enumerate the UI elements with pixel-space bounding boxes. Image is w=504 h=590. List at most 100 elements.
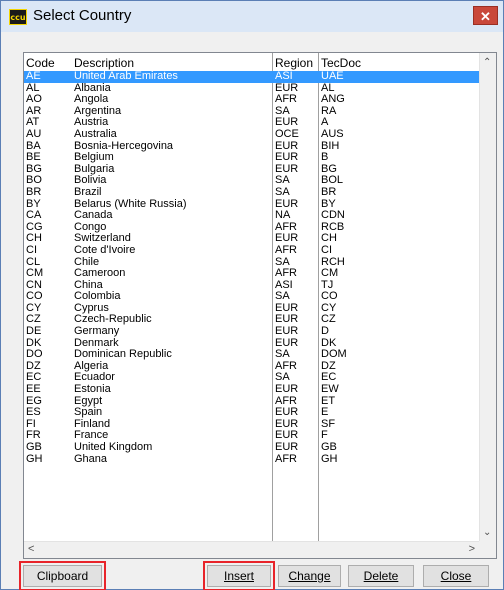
cell-description: Cote d'Ivoire (74, 244, 136, 256)
list-row[interactable]: BR Brazil SA BR (24, 187, 479, 199)
list-row[interactable]: DK Denmark EUR DK (24, 338, 479, 350)
list-row[interactable]: BG Bulgaria EUR BG (24, 164, 479, 176)
list-row[interactable]: FR France EUR F (24, 430, 479, 442)
cell-description: Ghana (74, 453, 108, 465)
cell-description: Cyprus (74, 302, 109, 314)
list-row[interactable]: DO Dominican Republic SA DOM (24, 349, 479, 361)
cell-region: NA (275, 210, 291, 222)
cell-code: DK (26, 337, 42, 349)
cell-code: CG (26, 221, 43, 233)
cell-description: Germany (74, 326, 120, 338)
column-header-description[interactable]: Description (74, 56, 134, 70)
scroll-up-icon[interactable]: ⌃ (483, 57, 491, 68)
list-row[interactable]: ES Spain EUR E (24, 407, 479, 419)
cell-code: AT (26, 117, 40, 129)
cell-description: Bosnia-Hercegovina (74, 140, 174, 152)
list-row[interactable]: CA Canada NA CDN (24, 210, 479, 222)
clipboard-button[interactable]: Clipboard (19, 561, 106, 590)
list-row[interactable]: EC Ecuador SA EC (24, 372, 479, 384)
cell-region: EUR (275, 326, 299, 338)
list-row[interactable]: BE Belgium EUR B (24, 152, 479, 164)
column-header-region[interactable]: Region (275, 56, 313, 70)
list-row[interactable]: EG Egypt AFR ET (24, 396, 479, 408)
cell-region: OCE (275, 128, 299, 140)
cell-description: Argentina (74, 105, 122, 117)
cell-region: EUR (275, 314, 299, 326)
cell-code: CH (26, 233, 42, 245)
cell-description: Belgium (74, 152, 114, 164)
list-row[interactable]: CN China ASI TJ (24, 280, 479, 292)
cell-description: Albania (74, 82, 111, 94)
cell-region: EUR (275, 198, 299, 210)
cell-tecdoc: BIH (321, 140, 340, 152)
horizontal-scrollbar[interactable]: < > (24, 541, 479, 558)
list-row[interactable]: FI Finland EUR SF (24, 419, 479, 431)
cell-tecdoc: CO (321, 291, 338, 303)
cell-tecdoc: E (321, 407, 329, 419)
country-list[interactable]: Code Description Region TecDoc A E United … (23, 52, 497, 559)
scroll-left-icon[interactable]: < (28, 543, 34, 555)
cell-description: Cameroon (74, 268, 126, 280)
cell-region: SA (275, 349, 290, 361)
insert-button[interactable]: Insert (203, 561, 275, 590)
list-row[interactable]: AU Australia OCE AUS (24, 129, 479, 141)
scroll-right-icon[interactable]: > (469, 543, 475, 555)
list-rows: AE United Arab Emirates ASI UAE AL Albania EUR… (24, 71, 479, 465)
cell-tecdoc: GH (321, 453, 338, 465)
cell-tecdoc: D (321, 326, 329, 338)
cell-description: Dominican Republic (74, 349, 172, 361)
change-button[interactable]: Change (278, 565, 341, 587)
close-button[interactable]: Close (423, 565, 489, 587)
cell-code: DZ (26, 360, 41, 372)
cell-region: ASI (275, 71, 293, 82)
cell-description: Brazil (74, 186, 102, 198)
cell-code: AR (26, 105, 42, 117)
cell-description: Finland (74, 418, 111, 430)
column-header-tecdoc[interactable]: TecDoc (321, 56, 361, 70)
list-row[interactable]: CO Colombia SA CO (24, 291, 479, 303)
list-row[interactable]: EE Estonia EUR EW (24, 384, 479, 396)
list-row[interactable]: DZ Algeria AFR DZ (24, 361, 479, 373)
cell-tecdoc: EW (321, 384, 339, 396)
cell-code: BO (26, 175, 42, 187)
list-row[interactable]: DE Germany EUR D (24, 326, 479, 338)
list-row[interactable]: GB United Kingdom EUR GB (24, 442, 479, 454)
close-window-button[interactable]: ✕ (473, 6, 498, 25)
cell-code: CZ (26, 314, 41, 326)
list-row[interactable]: BO Bolivia SA BOL (24, 175, 479, 187)
vertical-scrollbar[interactable]: ⌃ ⌄ (479, 53, 496, 541)
list-row[interactable]: BA Bosnia-Hercegovina EUR BIH (24, 141, 479, 153)
cell-tecdoc: RCB (321, 221, 345, 233)
cell-tecdoc: A (321, 117, 329, 129)
cell-region: EUR (275, 442, 299, 453)
delete-button[interactable]: Delete (348, 565, 414, 587)
scroll-down-icon[interactable]: ⌄ (483, 527, 491, 538)
cell-tecdoc: AL (321, 82, 335, 94)
list-row[interactable]: GH Ghana AFR GH (24, 454, 479, 466)
window-title: Select Country (33, 7, 132, 24)
list-row[interactable]: AE United Arab Emirates ASI UAE (24, 71, 479, 83)
cell-region: EUR (275, 233, 299, 245)
column-header-code[interactable]: Code (26, 56, 55, 70)
list-row[interactable]: CG Congo AFR RCB (24, 222, 479, 234)
list-row[interactable]: CH Switzerland EUR CH (24, 233, 479, 245)
cell-region: EUR (275, 140, 299, 152)
select-country-dialog: ccu Select Country ✕ Code Description Re… (0, 0, 504, 590)
list-row[interactable]: AL Albania EUR AL (24, 83, 479, 95)
list-row[interactable]: AR Argentina SA RA (24, 106, 479, 118)
list-row[interactable]: CL Chile SA RCH (24, 257, 479, 269)
cell-description: Estonia (74, 384, 111, 396)
title-bar[interactable]: ccu Select Country ✕ (1, 1, 503, 32)
cell-code: CL (26, 256, 41, 268)
list-row[interactable]: AO Angola AFR ANG (24, 94, 479, 106)
cell-code: GB (26, 442, 42, 453)
list-row[interactable]: AT Austria EUR A (24, 117, 479, 129)
cell-code: CY (26, 302, 42, 314)
list-row[interactable]: CI Cote d'Ivoire AFR CI (24, 245, 479, 257)
list-row[interactable]: CM Cameroon AFR CM (24, 268, 479, 280)
cell-code: AL (26, 82, 40, 94)
list-row[interactable]: CZ Czech-Republic EUR CZ (24, 314, 479, 326)
cell-description: United Arab Emirates (74, 71, 178, 82)
list-row[interactable]: BY Belarus (White Russia) EUR BY (24, 199, 479, 211)
list-row[interactable]: CY Cyprus EUR CY (24, 303, 479, 315)
